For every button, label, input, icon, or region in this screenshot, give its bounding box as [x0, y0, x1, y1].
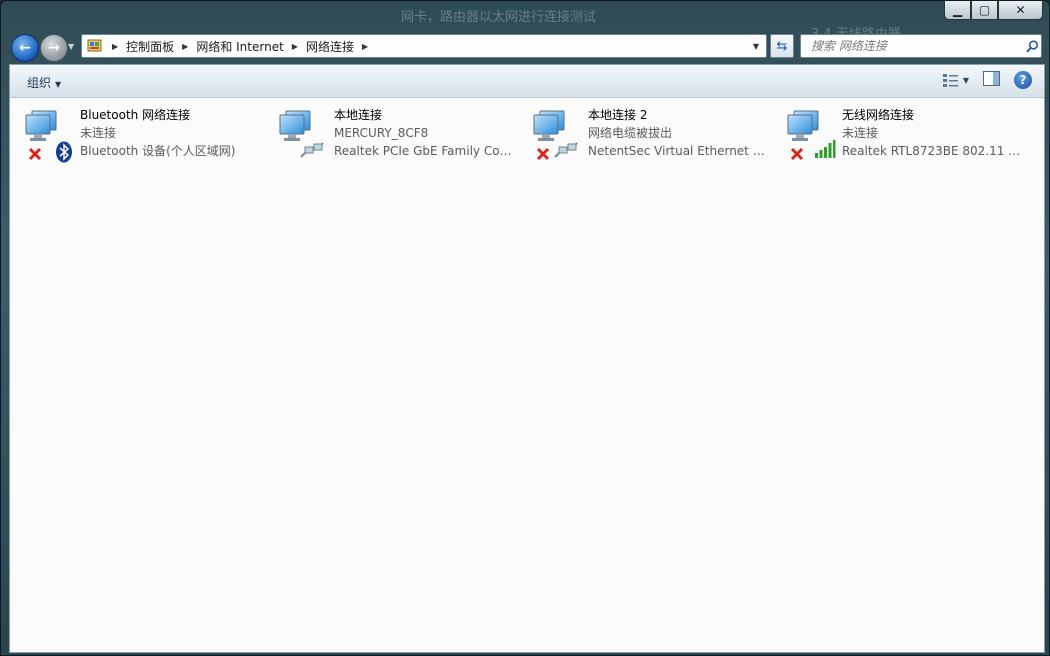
- bluetooth-icon: [56, 141, 72, 163]
- address-bar[interactable]: ▶ 控制面板 ▶ 网络和 Internet ▶ 网络连接 ▶ ▼: [81, 34, 767, 58]
- connection-text: 无线网络连接 未连接 Realtek RTL8723BE 802.11 bg..…: [842, 106, 1022, 160]
- refresh-icon: ⇆: [776, 38, 788, 54]
- preview-pane-icon: [983, 71, 1000, 86]
- navigation-bar: ← → ▼ ▶ 控制面板 ▶ 网络和 Internet ▶ 网络连接 ▶ ▼ ⇆…: [1, 31, 1049, 63]
- breadcrumb-network-connections[interactable]: 网络连接: [306, 38, 354, 55]
- connection-item-wireless[interactable]: 无线网络连接 未连接 Realtek RTL8723BE 802.11 bg..…: [772, 105, 1022, 165]
- ethernet-cable-icon: [300, 142, 324, 158]
- close-button[interactable]: ✕: [998, 1, 1043, 20]
- wireless-signal-icon: [815, 140, 836, 158]
- content-pane: 组织 ▼ ▼ ? Bluetooth 网络连接 未连接 Bluetooth 设备…: [9, 64, 1045, 653]
- control-panel-icon: [86, 38, 104, 54]
- connection-device: Realtek RTL8723BE 802.11 bg...: [842, 144, 1022, 158]
- refresh-button[interactable]: ⇆: [770, 34, 794, 58]
- search-box[interactable]: [800, 34, 1042, 58]
- chevron-down-icon: ▼: [962, 75, 969, 85]
- search-input[interactable]: [809, 38, 1023, 54]
- breadcrumb-chevron-icon[interactable]: ▶: [362, 42, 368, 51]
- disconnected-x-icon: [28, 147, 42, 161]
- connection-item-local[interactable]: 本地连接 MERCURY_8CF8 Realtek PCIe GbE Famil…: [264, 105, 514, 165]
- forward-button[interactable]: →: [40, 34, 68, 62]
- connection-text: Bluetooth 网络连接 未连接 Bluetooth 设备(个人区域网): [80, 106, 260, 160]
- view-list-icon: [942, 74, 958, 87]
- explorer-window: 网卡，路由器以太网进行连接测试 3.4 无线路由器 ▁ ▢ ✕ ← → ▼ ▶ …: [0, 0, 1050, 656]
- connection-text: 本地连接 MERCURY_8CF8 Realtek PCIe GbE Famil…: [334, 106, 514, 160]
- breadcrumb-chevron-icon[interactable]: ▶: [112, 42, 118, 51]
- connection-name: Bluetooth 网络连接: [80, 108, 191, 122]
- connection-status: 网络电缆被拔出: [588, 126, 673, 140]
- organize-label: 组织: [27, 76, 52, 90]
- breadcrumb-chevron-icon[interactable]: ▶: [182, 42, 188, 51]
- organize-menu-button[interactable]: 组织 ▼: [27, 74, 61, 91]
- chevron-down-icon: ▼: [55, 80, 62, 89]
- back-button[interactable]: ←: [11, 34, 39, 62]
- change-view-button[interactable]: ▼: [942, 73, 969, 87]
- connection-item-bluetooth[interactable]: Bluetooth 网络连接 未连接 Bluetooth 设备(个人区域网): [10, 105, 260, 165]
- connection-name: 本地连接: [334, 108, 383, 122]
- disconnected-x-icon: [536, 147, 550, 161]
- connection-name: 本地连接 2: [588, 108, 648, 122]
- preview-pane-button[interactable]: [983, 71, 1000, 89]
- command-bar: 组织 ▼ ▼ ?: [10, 65, 1044, 98]
- connection-name: 无线网络连接: [842, 108, 915, 122]
- minimize-button[interactable]: ▁: [944, 1, 971, 20]
- ethernet-cable-icon: [554, 142, 578, 158]
- maximize-button[interactable]: ▢: [971, 1, 998, 20]
- arrow-left-icon: ←: [19, 40, 31, 56]
- connection-status: MERCURY_8CF8: [334, 126, 429, 140]
- toolbar-right: ▼ ?: [942, 71, 1032, 89]
- connection-device: Realtek PCIe GbE Family Contr...: [334, 144, 514, 158]
- connection-status: 未连接: [842, 126, 879, 140]
- connection-text: 本地连接 2 网络电缆被拔出 NetentSec Virtual Etherne…: [588, 106, 768, 160]
- help-icon[interactable]: ?: [1014, 71, 1032, 89]
- connection-device: NetentSec Virtual Ethernet Ad...: [588, 144, 768, 158]
- caption-buttons: ▁ ▢ ✕: [944, 1, 1043, 20]
- connection-item-local-2[interactable]: 本地连接 2 网络电缆被拔出 NetentSec Virtual Etherne…: [518, 105, 768, 165]
- disconnected-x-icon: [790, 147, 804, 161]
- breadcrumb-network-internet[interactable]: 网络和 Internet: [196, 38, 283, 55]
- address-history-dropdown[interactable]: ▼: [748, 35, 764, 57]
- connection-device: Bluetooth 设备(个人区域网): [80, 144, 236, 158]
- breadcrumb-chevron-icon[interactable]: ▶: [292, 42, 298, 51]
- background-document-text: 网卡，路由器以太网进行连接测试: [401, 10, 597, 25]
- search-icon[interactable]: [1023, 39, 1041, 53]
- breadcrumb-control-panel[interactable]: 控制面板: [126, 38, 174, 55]
- arrow-right-icon: →: [48, 40, 60, 56]
- recent-pages-dropdown[interactable]: ▼: [68, 42, 74, 51]
- connection-status: 未连接: [80, 126, 117, 140]
